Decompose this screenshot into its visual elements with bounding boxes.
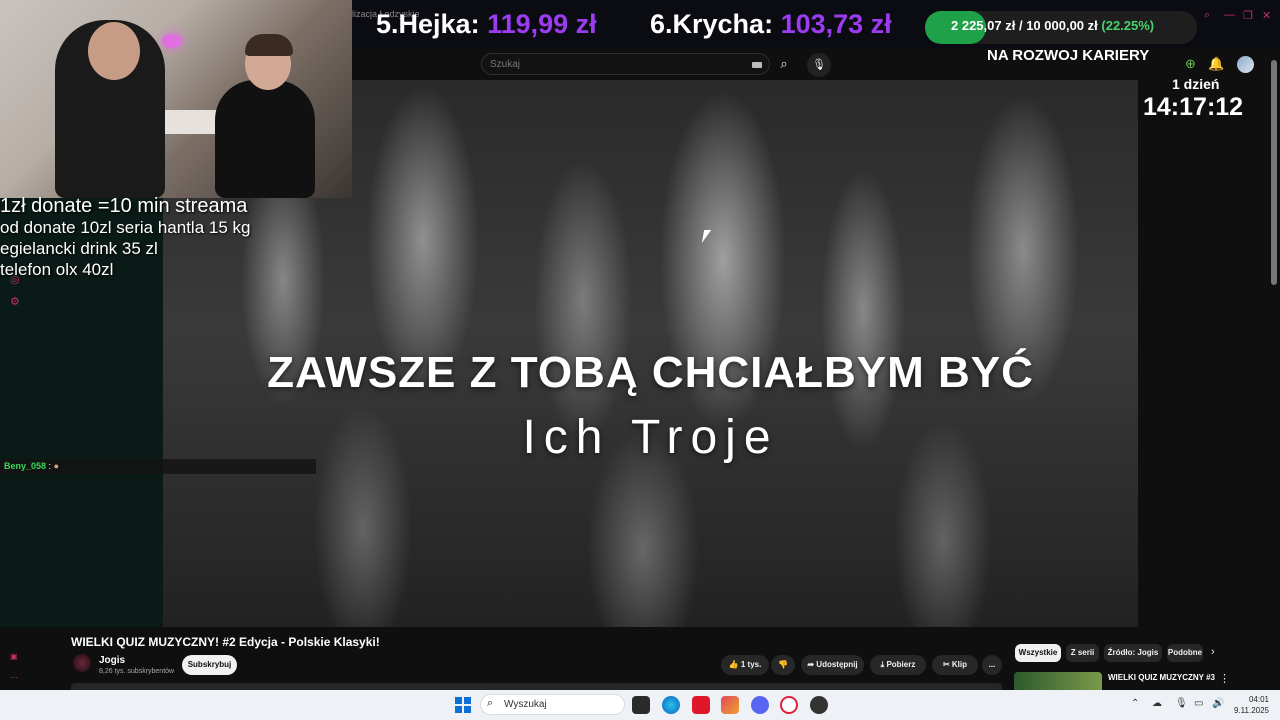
opera-icon[interactable]	[780, 696, 798, 714]
discord-icon[interactable]	[751, 696, 769, 714]
share-label: Udostępnij	[816, 660, 858, 669]
obs-icon[interactable]	[810, 696, 828, 714]
donate-rules: 1zł donate =10 min streama od donate 10z…	[0, 196, 250, 280]
chip-series[interactable]: Z serii	[1066, 644, 1099, 662]
account-avatar[interactable]	[1237, 56, 1254, 73]
timer-day: 1 dzień	[1172, 76, 1220, 92]
restore-icon[interactable]: ❐	[1243, 9, 1253, 22]
clock-date: 9.11.2025	[1234, 706, 1269, 715]
donate-line: egielancki drink 35 zl	[0, 239, 158, 258]
sidebar-icon[interactable]: ▣	[10, 652, 18, 661]
notifications-icon[interactable]: 🔔	[1208, 56, 1224, 72]
download-icon: ⤓	[880, 660, 885, 669]
microphone-icon[interactable]: 🎙	[807, 53, 831, 77]
webcam-overlay	[0, 0, 352, 198]
chat-username: Beny_058	[4, 461, 47, 471]
mic-tray-icon[interactable]: 🎙	[1175, 698, 1188, 709]
recommended-title[interactable]: WIELKI QUIZ MUZYCZNY #3	[1108, 673, 1215, 682]
chat-message: Beny_058 : ●	[0, 459, 316, 474]
thumb-down-icon: 👎	[778, 660, 788, 669]
chip-all[interactable]: Wszystkie	[1015, 644, 1061, 662]
share-button[interactable]: ➦ Udostępnij	[801, 655, 864, 675]
description-box[interactable]	[71, 683, 1002, 690]
channel-name[interactable]: Jogis	[99, 655, 125, 666]
donor-label: 6.Krycha:	[650, 9, 774, 39]
search-button[interactable]: ⌕	[771, 53, 797, 75]
search-icon: ⌕	[487, 697, 494, 709]
keyboard-icon[interactable]	[752, 62, 762, 68]
channel-subscribers: 8,26 tys. subskrybentów	[99, 668, 175, 675]
cloud-icon[interactable]: ☁	[1152, 698, 1162, 709]
goal-current: 2 225,07 zł	[951, 18, 1016, 33]
scissors-icon: ✂	[942, 660, 950, 669]
lamp-light	[162, 34, 182, 48]
donate-line: 1zł donate =10 min streama	[0, 195, 248, 217]
video-overlay-title: ZAWSZE Z TOBĄ CHCIAŁBYM BYĆ	[267, 348, 1034, 397]
minimize-icon[interactable]: —	[1224, 9, 1235, 21]
top-donor-5: 5.Hejka: 119,99 zł	[376, 9, 597, 40]
taskbar-search-placeholder: Wyszukaj	[504, 699, 547, 710]
thumb-up-icon: 👍	[728, 660, 739, 669]
donor-amount: 103,73 zł	[780, 9, 892, 39]
subscribe-button[interactable]: Subskrybuj	[182, 655, 237, 675]
clip-button[interactable]: ✂ Klip	[932, 655, 978, 675]
chevron-right-icon[interactable]: ›	[1211, 646, 1215, 658]
page-scrollbar[interactable]	[1271, 60, 1277, 285]
more-actions-button[interactable]: ...	[982, 655, 1002, 675]
goal-percent: (22.25%)	[1101, 18, 1155, 33]
create-icon[interactable]: ⊕	[1185, 56, 1196, 72]
top-donor-6: 6.Krycha: 103,73 zł	[650, 9, 892, 40]
search-icon[interactable]: ⌕	[1204, 9, 1210, 22]
goal-label: NA ROZWOJ KARIERY	[987, 47, 1150, 64]
settings-icon[interactable]: ⚙	[10, 295, 20, 308]
share-icon: ➦	[807, 660, 815, 669]
channel-avatar[interactable]	[73, 654, 91, 672]
system-clock[interactable]: 04:01 9.11.2025	[1233, 694, 1269, 716]
edge-browser-icon[interactable]	[662, 696, 680, 714]
chip-similar[interactable]: Podobne	[1167, 644, 1203, 662]
taskbar-search-input[interactable]	[480, 694, 625, 715]
streamer-head	[88, 22, 140, 80]
windows-start-icon[interactable]	[455, 697, 471, 713]
donor-label: 5.Hejka:	[376, 9, 480, 39]
donate-line: od donate 10zl seria hantla 15 kg	[0, 218, 251, 237]
chip-source[interactable]: Źródło: Jogis	[1104, 644, 1162, 662]
search-placeholder: Szukaj	[490, 59, 521, 70]
mouse-cursor-icon	[701, 230, 712, 243]
guest-body	[215, 80, 315, 198]
network-icon[interactable]: ▭	[1194, 698, 1203, 709]
guest-hair	[245, 34, 293, 56]
download-button[interactable]: ⤓ Pobierz	[870, 655, 926, 675]
youtube-app-icon[interactable]	[692, 696, 710, 714]
task-view-icon[interactable]	[632, 696, 650, 714]
dislike-button[interactable]: 👎	[771, 655, 795, 675]
more-icon[interactable]: ⋯	[10, 673, 18, 682]
screen: ZAWSZE Z TOBĄ CHCIAŁBYM BYĆ Ich Troje ◎ …	[0, 0, 1280, 720]
like-count: 1 tys.	[740, 660, 762, 669]
chat-emote-icon: ●	[53, 461, 60, 471]
chat-separator: :	[48, 461, 52, 471]
recommended-thumbnail[interactable]	[1014, 672, 1102, 690]
volume-icon[interactable]: 🔊	[1212, 698, 1224, 709]
close-icon[interactable]: ✕	[1262, 9, 1271, 22]
donor-amount: 119,99 zł	[487, 9, 597, 39]
snipping-tool-icon[interactable]	[721, 696, 739, 714]
clip-label: Klip	[951, 660, 968, 669]
chevron-up-icon[interactable]: ⌃	[1131, 698, 1139, 709]
search-input[interactable]: Szukaj	[481, 53, 770, 75]
donate-line: telefon olx 40zl	[0, 260, 114, 279]
more-vert-icon[interactable]: ⋮	[1219, 672, 1230, 685]
clock-time: 04:01	[1248, 695, 1269, 704]
download-label: Pobierz	[886, 660, 916, 669]
video-title: WIELKI QUIZ MUZYCZNY! #2 Edycja - Polski…	[71, 635, 380, 649]
goal-target: 10 000,00 zł	[1026, 18, 1098, 33]
goal-separator: /	[1018, 18, 1023, 33]
video-overlay-artist: Ich Troje	[522, 411, 779, 464]
stream-timer: 14:17:12	[1143, 93, 1244, 121]
like-button[interactable]: 👍 1 tys.	[721, 655, 769, 675]
donation-goal-text: 2 225,07 zł / 10 000,00 zł (22.25%)	[951, 18, 1154, 33]
